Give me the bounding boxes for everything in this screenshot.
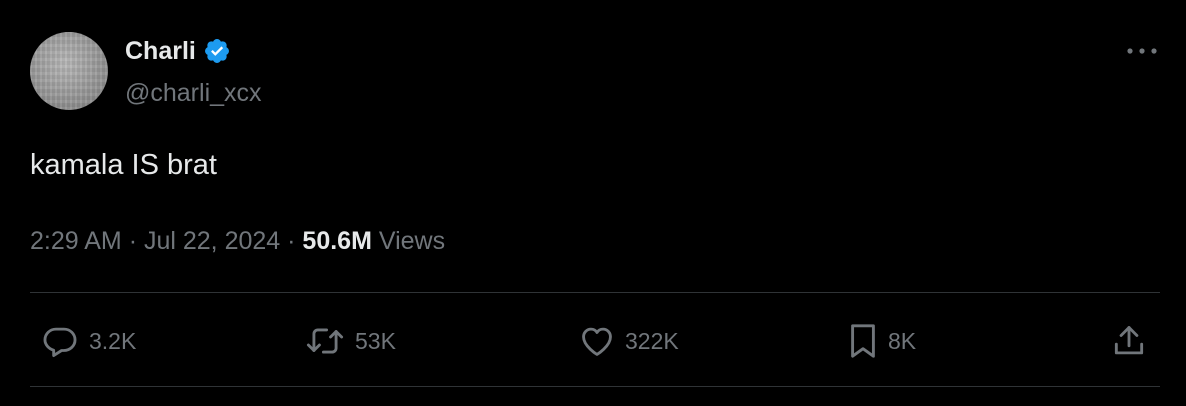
tweet-meta: 2:29 AM · Jul 22, 2024 · 50.6M Views: [30, 224, 445, 258]
more-options-icon[interactable]: [1124, 40, 1160, 62]
heart-icon: [578, 322, 616, 360]
views-label: Views: [378, 227, 446, 255]
like-count: 322K: [625, 328, 679, 354]
tweet-time[interactable]: 2:29 AM: [30, 227, 122, 255]
meta-separator: ·: [128, 227, 138, 255]
bookmark-icon: [847, 321, 879, 361]
tweet-date[interactable]: Jul 22, 2024: [144, 227, 280, 255]
bookmark-count: 8K: [888, 328, 917, 354]
avatar[interactable]: [30, 32, 108, 110]
author-handle[interactable]: @charli_xcx: [125, 77, 262, 109]
like-button[interactable]: 322K: [578, 322, 679, 360]
divider: [30, 292, 1160, 293]
views-count: 50.6M: [302, 227, 372, 255]
tweet-text: kamala IS brat: [30, 149, 217, 181]
repost-icon: [304, 322, 346, 360]
author-name-row: Charli: [125, 34, 231, 68]
tweet-card: Charli @charli_xcx kamala IS brat 2:29 A…: [0, 0, 1186, 406]
verified-badge-icon[interactable]: [203, 37, 231, 65]
meta-separator: ·: [287, 227, 296, 255]
divider: [30, 386, 1160, 387]
bookmark-button[interactable]: 8K: [847, 322, 916, 360]
author-display-name[interactable]: Charli: [125, 34, 196, 68]
reply-count: 3.2K: [89, 328, 137, 354]
share-button[interactable]: [1110, 322, 1148, 360]
repost-count: 53K: [355, 328, 396, 354]
repost-button[interactable]: 53K: [304, 322, 396, 360]
reply-button[interactable]: 3.2K: [40, 322, 136, 360]
reply-icon: [40, 322, 80, 360]
share-icon: [1110, 322, 1148, 360]
